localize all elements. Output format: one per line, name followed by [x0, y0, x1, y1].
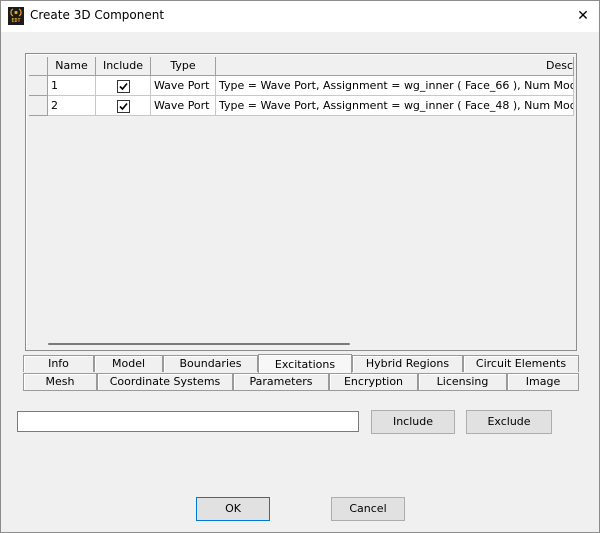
- scrollbar-thumb[interactable]: [48, 343, 350, 345]
- ok-button[interactable]: OK: [196, 497, 270, 521]
- column-header-name[interactable]: Name: [48, 57, 96, 76]
- tab-circuit-elements[interactable]: Circuit Elements: [463, 355, 579, 372]
- tab-parameters[interactable]: Parameters: [233, 373, 329, 390]
- excitations-grid[interactable]: Name Include Type Desc 1 Wave Port Type …: [25, 53, 577, 351]
- row-header-1[interactable]: [29, 76, 48, 96]
- tab-encryption[interactable]: Encryption: [329, 373, 418, 390]
- include-checkbox-1[interactable]: [117, 80, 130, 93]
- column-header-description[interactable]: Desc: [216, 57, 574, 76]
- table-cell-type[interactable]: Wave Port: [151, 76, 216, 96]
- corner-header[interactable]: [29, 57, 48, 76]
- include-button[interactable]: Include: [371, 410, 455, 434]
- cancel-button[interactable]: Cancel: [331, 497, 405, 521]
- tab-info[interactable]: Info: [23, 355, 94, 372]
- column-header-description-label: Desc: [545, 59, 573, 72]
- tab-licensing[interactable]: Licensing: [418, 373, 507, 390]
- tab-excitations[interactable]: Excitations: [258, 354, 352, 373]
- title-bar[interactable]: EDT Create 3D Component ✕: [1, 1, 599, 32]
- table-cell-description[interactable]: Type = Wave Port, Assignment = wg_inner …: [216, 96, 574, 116]
- include-checkbox-2[interactable]: [117, 100, 130, 113]
- create-3d-component-dialog: EDT Create 3D Component ✕ Name Include T…: [0, 0, 600, 533]
- exclude-button[interactable]: Exclude: [466, 410, 552, 434]
- table-cell-name[interactable]: 1: [48, 76, 96, 96]
- tab-mesh[interactable]: Mesh: [23, 373, 97, 390]
- filter-text-field[interactable]: [17, 411, 359, 432]
- table-cell-include[interactable]: [96, 96, 151, 116]
- app-icon: EDT: [8, 7, 24, 25]
- window-title: Create 3D Component: [30, 8, 165, 22]
- table-cell-include[interactable]: [96, 76, 151, 96]
- column-header-include[interactable]: Include: [96, 57, 151, 76]
- tab-hybrid-regions[interactable]: Hybrid Regions: [352, 355, 463, 372]
- close-icon: ✕: [577, 8, 589, 24]
- tab-model[interactable]: Model: [94, 355, 163, 372]
- checkmark-icon: [119, 82, 128, 91]
- column-header-type[interactable]: Type: [151, 57, 216, 76]
- table-cell-description[interactable]: Type = Wave Port, Assignment = wg_inner …: [216, 76, 574, 96]
- table-cell-type[interactable]: Wave Port: [151, 96, 216, 116]
- checkmark-icon: [119, 102, 128, 111]
- tab-coordinate-systems[interactable]: Coordinate Systems: [97, 373, 233, 390]
- grid-viewport: Name Include Type Desc 1 Wave Port Type …: [29, 57, 574, 347]
- close-button[interactable]: ✕: [569, 4, 597, 28]
- app-icon-label: EDT: [11, 18, 21, 24]
- tab-strip-baseline: [23, 390, 579, 391]
- tab-boundaries[interactable]: Boundaries: [163, 355, 258, 372]
- tab-image[interactable]: Image: [507, 373, 579, 390]
- horizontal-scrollbar[interactable]: [32, 341, 572, 347]
- row-header-2[interactable]: [29, 96, 48, 116]
- table-cell-name[interactable]: 2: [48, 96, 96, 116]
